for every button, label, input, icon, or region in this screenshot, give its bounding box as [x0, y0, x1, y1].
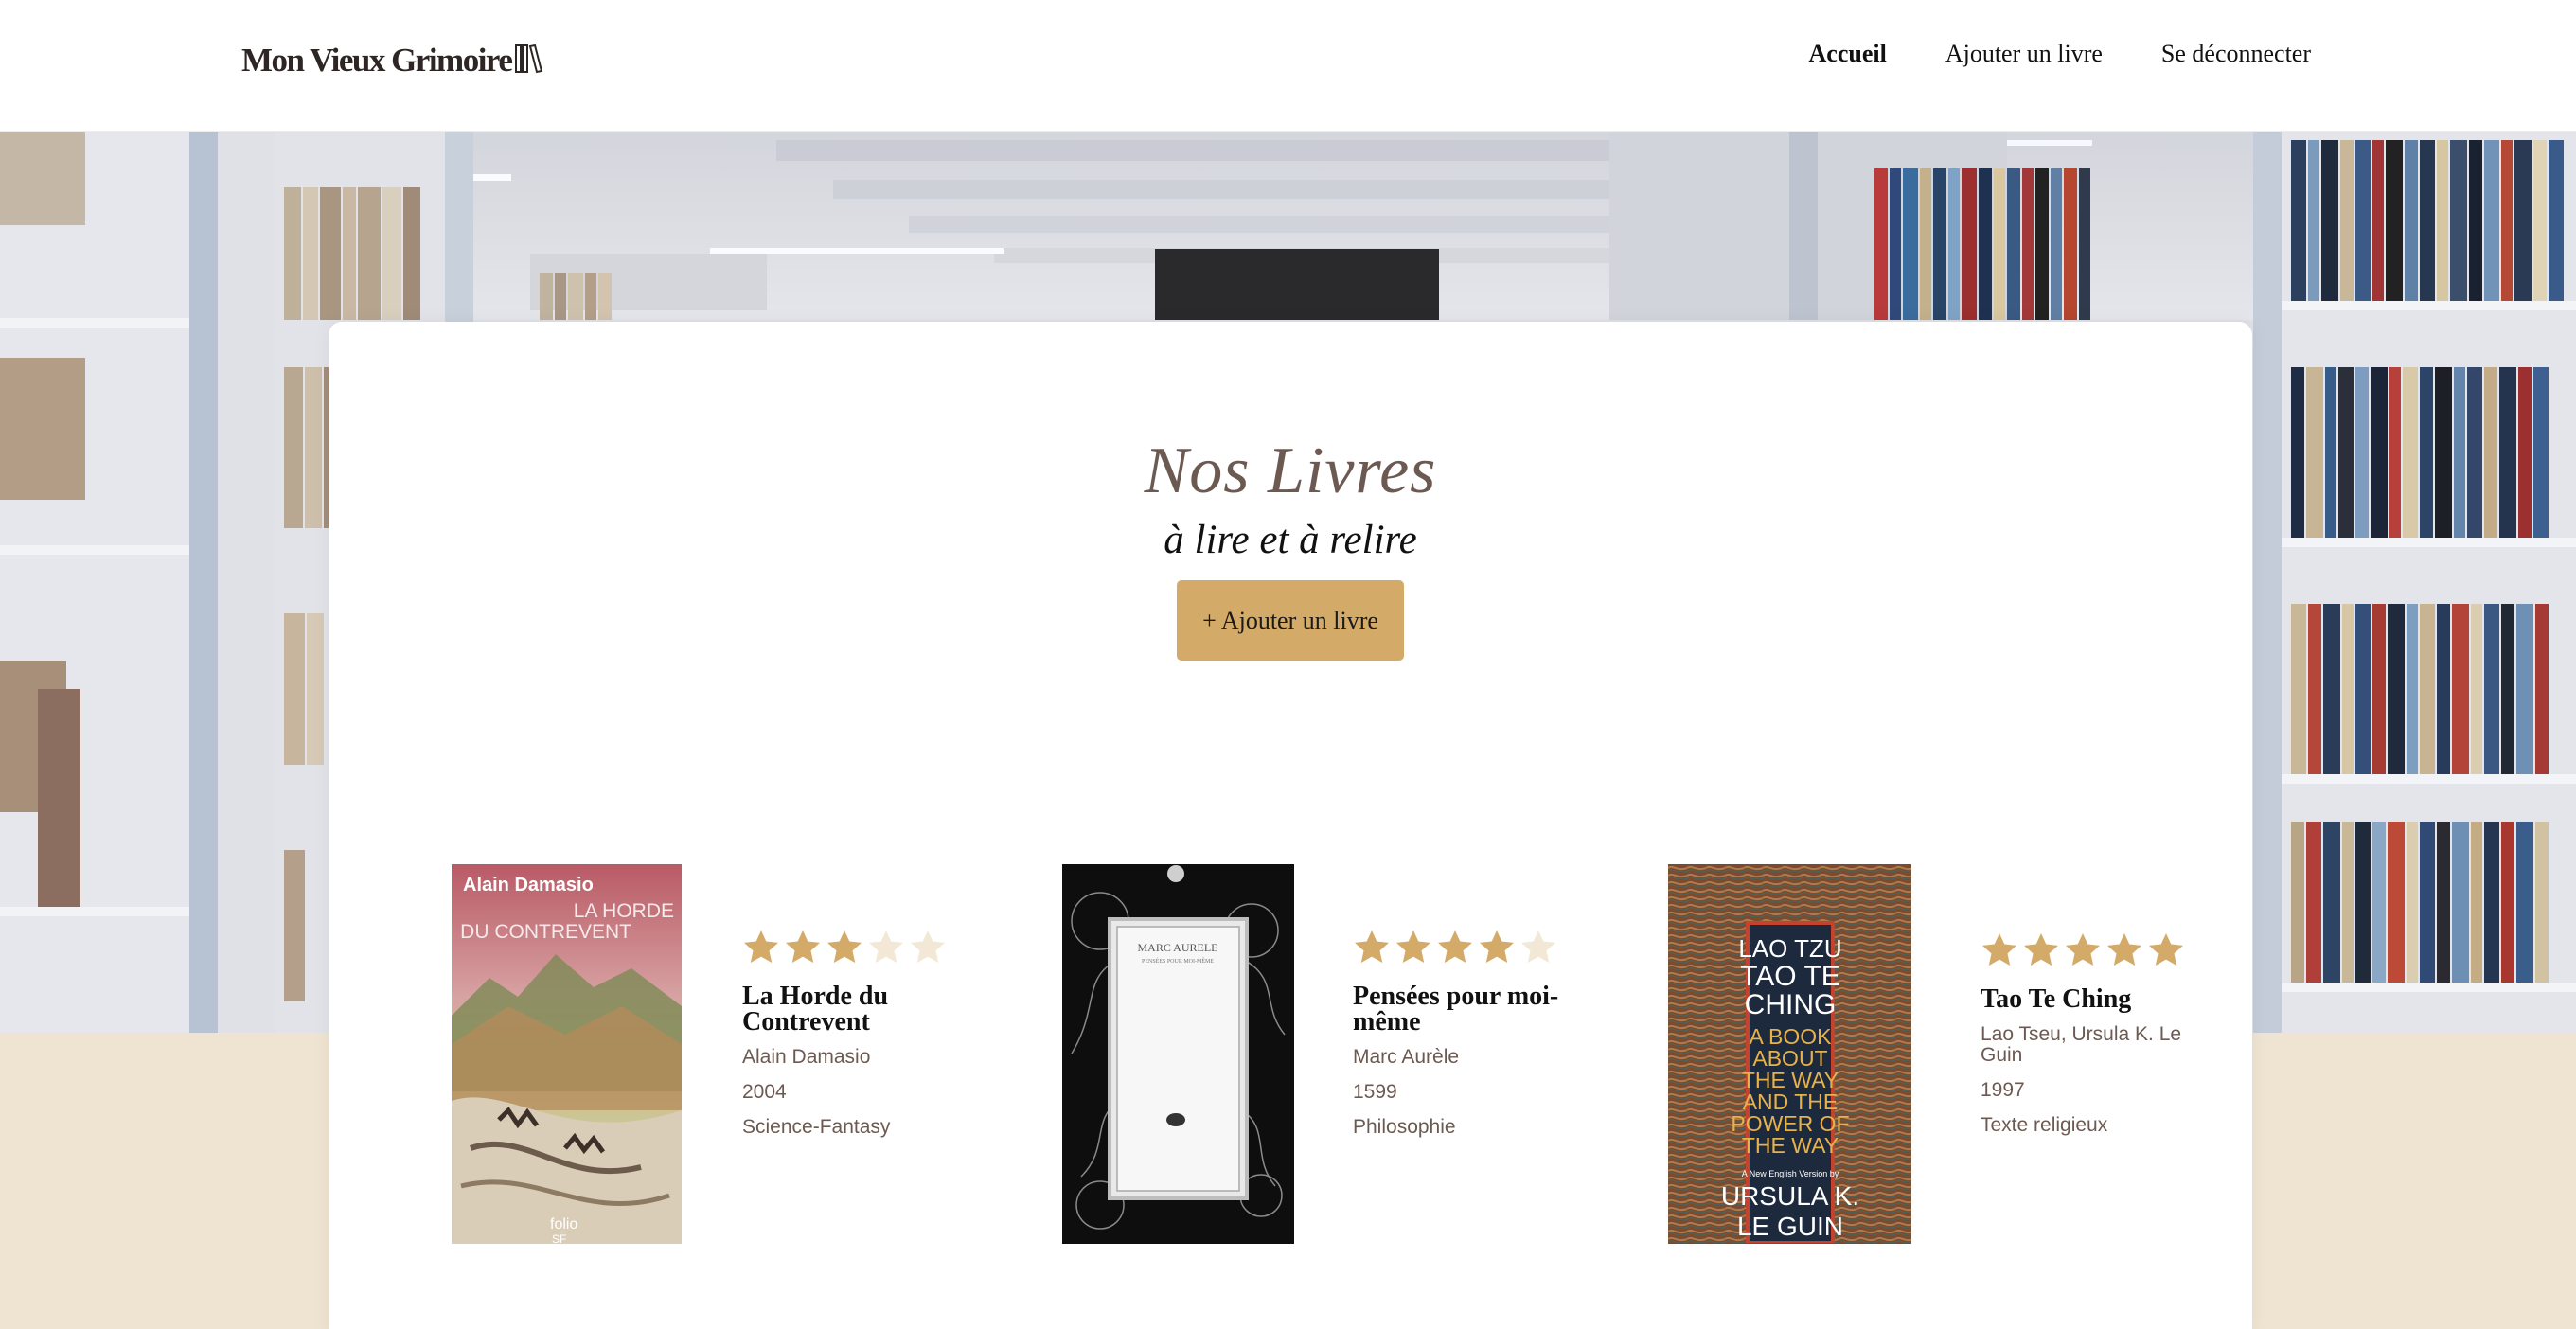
- book-year: 1997: [1981, 1079, 2025, 1101]
- star-filled-icon: [784, 929, 822, 966]
- logo-text: Mon Vieux Grimoire: [241, 42, 513, 79]
- book-year: 2004: [742, 1081, 787, 1103]
- books-icon: [515, 44, 543, 79]
- book-title[interactable]: La Horde du Contrevent: [742, 983, 960, 1036]
- cover-text: LE GUIN: [1737, 1212, 1843, 1241]
- cover-text: LA HORDE: [574, 900, 674, 922]
- star-filled-icon: [2022, 931, 2060, 969]
- nav-se-deconnecter[interactable]: Se déconnecter: [2161, 40, 2311, 68]
- star-filled-icon: [826, 929, 863, 966]
- star-filled-icon: [2064, 931, 2102, 969]
- book-cover-image: MARC AURELE PENSÉES POUR MOI-MÊME: [1062, 864, 1294, 1244]
- star-filled-icon: [1395, 929, 1432, 966]
- book-info: La Horde du Contrevent Alain Damasio 200…: [742, 929, 960, 1138]
- star-filled-icon: [2147, 931, 2185, 969]
- book-cover[interactable]: Alain Damasio LA HORDE DU CONTREVENT fol…: [452, 864, 682, 1244]
- cover-text: folio: [550, 1216, 577, 1232]
- star-filled-icon: [1436, 929, 1474, 966]
- cover-text: THE WAY: [1742, 1133, 1839, 1158]
- book-genre: Philosophie: [1353, 1116, 1456, 1138]
- book-author: Lao Tseu, Ursula K. Le Guin: [1981, 1023, 2182, 1066]
- book-author: Alain Damasio: [742, 1046, 871, 1068]
- book-title[interactable]: Tao Te Ching: [1981, 986, 2198, 1013]
- main-nav: Accueil Ajouter un livre Se déconnecter: [1809, 40, 2311, 68]
- page-title: Nos Livres: [1144, 434, 1437, 507]
- book-cover[interactable]: MARC AURELE PENSÉES POUR MOI-MÊME: [1062, 864, 1294, 1244]
- book-author: Marc Aurèle: [1353, 1046, 1460, 1068]
- rating-stars: [742, 929, 960, 966]
- cover-text: MARC AURELE: [1137, 941, 1217, 954]
- cover-text: CHING: [1745, 989, 1837, 1020]
- star-filled-icon: [1981, 931, 2018, 969]
- cover-text: DU CONTREVENT: [460, 921, 631, 943]
- nav-ajouter-livre[interactable]: Ajouter un livre: [1945, 40, 2103, 68]
- cover-text: URSULA K.: [1721, 1181, 1859, 1211]
- book-cover-image: LAO TZU TAO TE CHING A BOOK ABOUT THE WA…: [1668, 864, 1911, 1244]
- star-empty-icon: [1519, 929, 1557, 966]
- star-filled-icon: [2105, 931, 2143, 969]
- page-subtitle: à lire et à relire: [1164, 518, 1417, 562]
- cover-text: Alain Damasio: [463, 875, 594, 895]
- cover-text: A New English Version by: [1742, 1169, 1839, 1178]
- book-title[interactable]: Pensées pour moi-même: [1353, 983, 1571, 1036]
- nav-accueil[interactable]: Accueil: [1809, 40, 1887, 68]
- star-empty-icon: [909, 929, 947, 966]
- book-genre: Science-Fantasy: [742, 1116, 891, 1138]
- book-info: Pensées pour moi-même Marc Aurèle 1599 P…: [1353, 929, 1571, 1138]
- book-genre: Texte religieux: [1981, 1114, 2108, 1136]
- book-year: 1599: [1353, 1081, 1397, 1103]
- book-cover[interactable]: LAO TZU TAO TE CHING A BOOK ABOUT THE WA…: [1668, 864, 1911, 1244]
- site-header: Mon Vieux Grimoire Accueil Ajouter un li…: [0, 0, 2576, 132]
- book-info: Tao Te Ching Lao Tseu, Ursula K. Le Guin…: [1981, 931, 2198, 1136]
- logo[interactable]: Mon Vieux Grimoire: [241, 42, 543, 80]
- add-book-button[interactable]: + Ajouter un livre: [1177, 580, 1404, 661]
- star-filled-icon: [1353, 929, 1391, 966]
- star-filled-icon: [1478, 929, 1516, 966]
- cover-text: LAO TZU: [1738, 934, 1841, 963]
- star-empty-icon: [867, 929, 905, 966]
- cover-text: SF: [552, 1232, 566, 1244]
- main-card: Nos Livres à lire et à relire + Ajouter …: [329, 322, 2252, 1329]
- book-cover-image: Alain Damasio LA HORDE DU CONTREVENT fol…: [452, 864, 682, 1244]
- cover-text: TAO TE: [1740, 961, 1840, 992]
- star-filled-icon: [742, 929, 780, 966]
- cover-text: PENSÉES POUR MOI-MÊME: [1142, 957, 1214, 965]
- rating-stars: [1981, 931, 2198, 969]
- rating-stars: [1353, 929, 1571, 966]
